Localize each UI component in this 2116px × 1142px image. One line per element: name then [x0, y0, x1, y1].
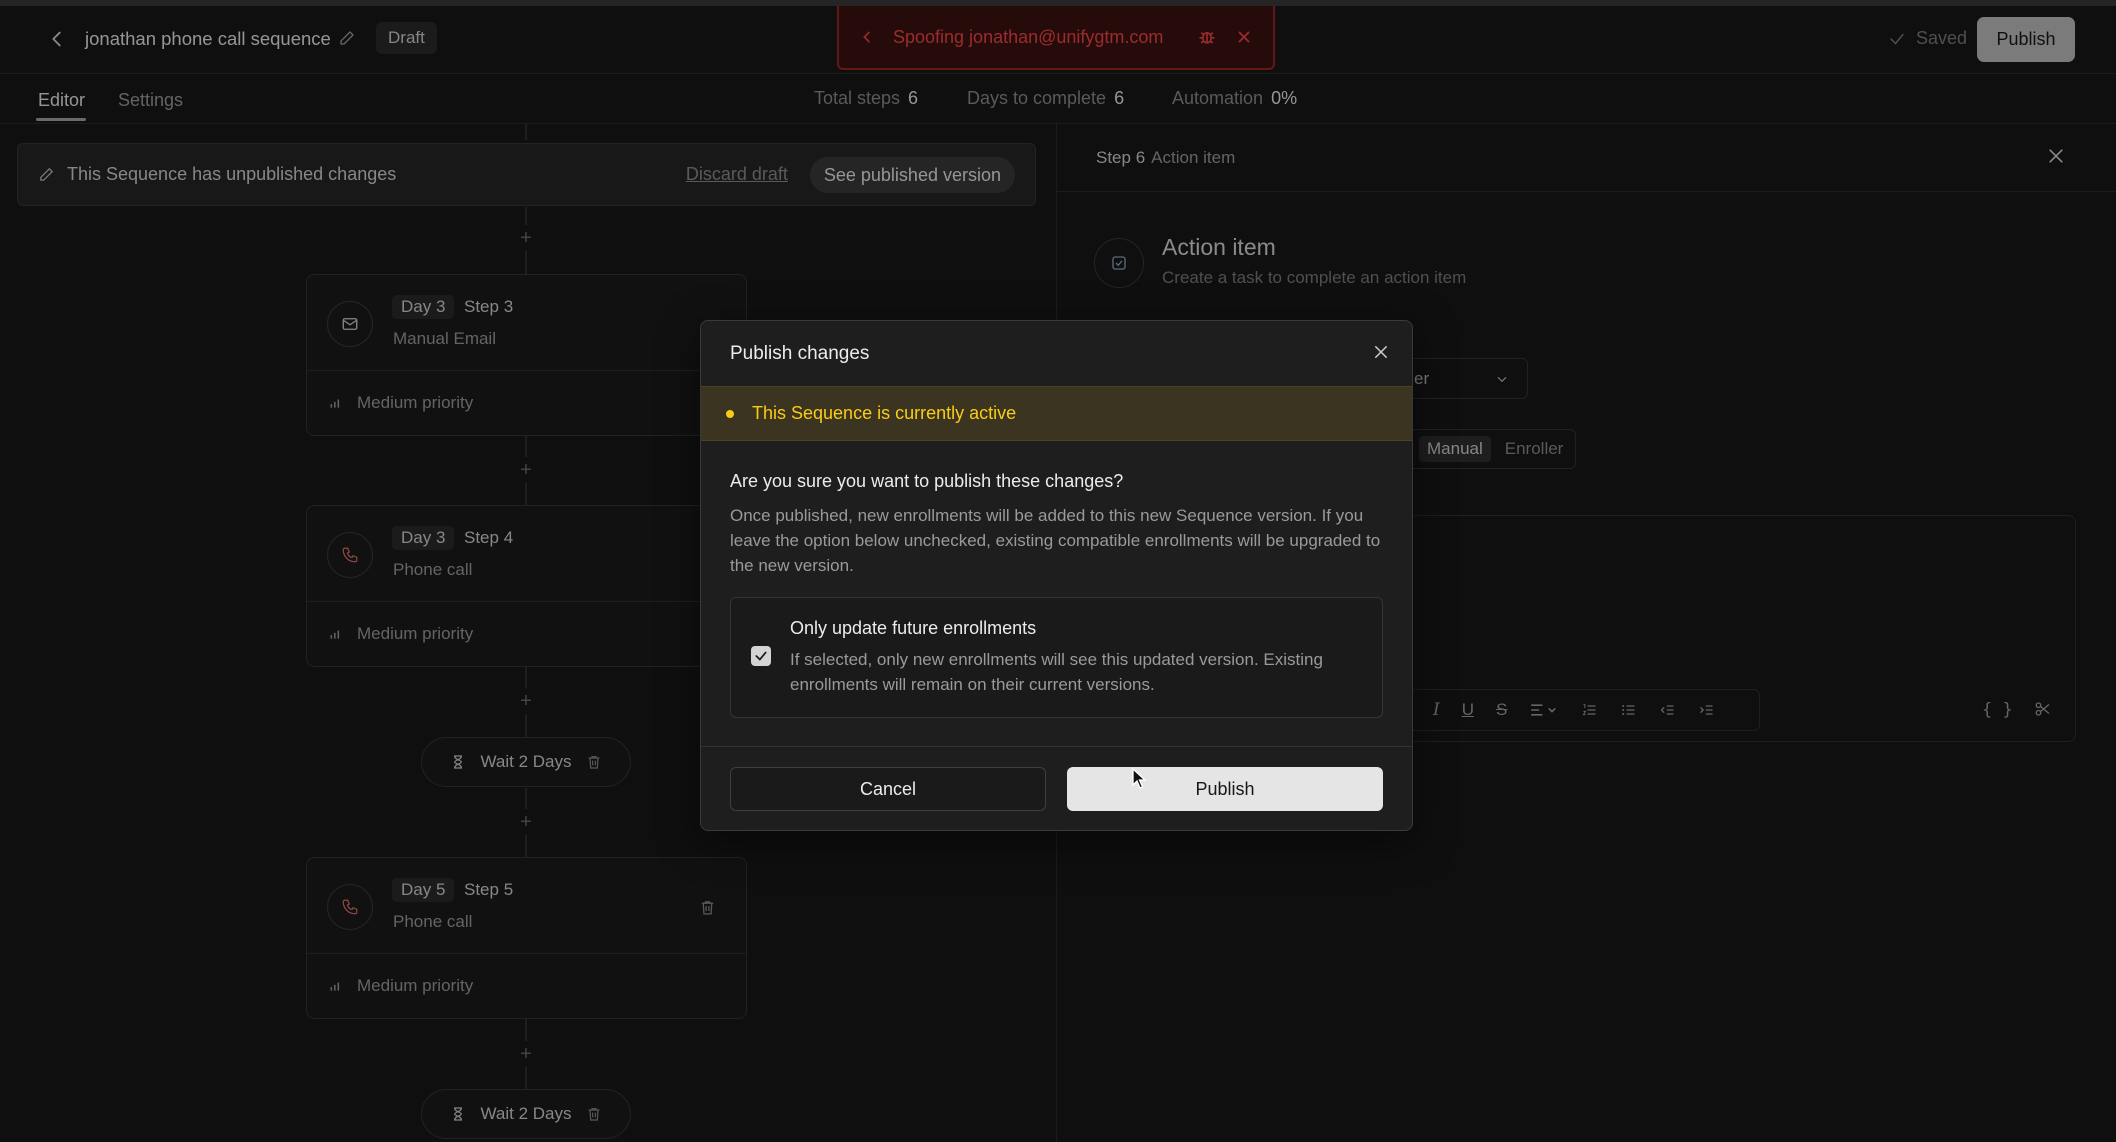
dialog-footer-divider	[701, 746, 1412, 747]
dialog-title: Publish changes	[730, 343, 870, 364]
check-icon	[755, 651, 767, 661]
dialog-description: Once published, new enrollments will be …	[730, 506, 1381, 575]
publish-changes-dialog: Publish changes This Sequence is current…	[700, 320, 1413, 831]
mouse-cursor-icon	[1132, 768, 1148, 790]
warning-dot-icon	[726, 409, 734, 418]
option-description: If selected, only new enrollments will s…	[790, 650, 1323, 694]
dialog-close-button[interactable]	[1372, 343, 1390, 361]
option-title: Only update future enrollments	[790, 618, 1037, 638]
warning-text: This Sequence is currently active	[752, 403, 1017, 423]
close-icon	[1375, 346, 1387, 358]
cancel-button[interactable]: Cancel	[730, 767, 1046, 811]
dialog-question: Are you sure you want to publish these c…	[730, 471, 1124, 491]
active-warning: This Sequence is currently active	[701, 386, 1412, 441]
publish-button[interactable]: Publish	[1067, 767, 1383, 811]
future-enrollments-option[interactable]: Only update future enrollments If select…	[730, 597, 1383, 718]
future-enrollments-checkbox[interactable]	[751, 646, 771, 666]
